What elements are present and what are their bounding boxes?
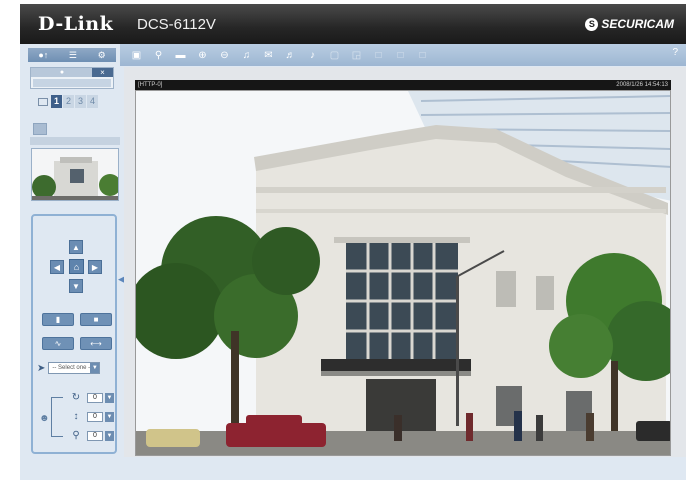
help-icon[interactable]: ? [672,47,678,58]
app-window: D-Link DCS-6112V S SECURICAM ●↑ ☰ ⚙ ● × … [0,0,687,485]
ptz-title-strip [30,137,120,145]
user-head-icon: ● [31,68,93,77]
ptz-control-panel: ▲ ◀ ⌂ ▶ ▼ ▮ ■ ∿ ⟷ ➤ -- Select one -- ▼ ☻… [31,214,117,454]
digital-zoom-icon[interactable]: ⚲ [150,48,167,63]
ptz-toggle-icon[interactable] [33,123,47,135]
user-icon[interactable]: ●↑ [38,50,48,60]
auto-pan-button[interactable]: ⟷ [80,337,112,350]
header-bar: D-Link DCS-6112V S SECURICAM [20,4,686,44]
timestamp: 2008/1/26 14:54:13 [616,82,668,88]
sidebar: ●↑ ☰ ⚙ ● × 1 2 3 4 ▲ ◀ ⌂ ▶ ▼ ▮ ■ ∿ ⟷ ➤ -… [24,44,120,454]
speed-bracket [51,397,63,437]
record-icon[interactable]: ▬ [172,48,189,63]
patrol-button[interactable]: ∿ [42,337,74,350]
listen-icon[interactable]: ♫ [238,48,255,63]
pan-down-button[interactable]: ▼ [69,279,83,293]
securicam-label: SECURICAM [601,17,674,31]
snapshot-icon[interactable]: ▣ [128,48,145,63]
person-icon: ☻ [39,413,50,424]
fullscreen-icon[interactable]: ▢ [326,48,343,63]
pan-left-button[interactable]: ◀ [50,260,64,274]
securicam-logo: S SECURICAM [585,17,674,31]
pip-icon[interactable]: ◲ [348,48,365,63]
iris-button[interactable]: ■ [80,313,112,326]
patrol-icon[interactable]: □ [392,48,409,63]
tab-stream-4[interactable]: 4 [87,95,98,108]
tab-stream-3[interactable]: 3 [75,95,86,108]
brand-logo: D-Link [38,13,114,35]
zoom-speed-row: ⚲ 0 ▼ [67,430,114,441]
user-panel: ● × [30,67,114,89]
video-overlay-bar: [HTTP-0] 2008/1/26 14:54:13 [135,80,671,90]
tab-stream-1[interactable]: 1 [51,95,62,108]
stream-tabs: 1 2 3 4 [38,95,98,108]
home-button[interactable]: ⌂ [69,259,84,274]
tilt-speed-row: ↕ 0 ▼ [67,411,114,422]
thumbnail-image [32,149,118,200]
preset-select-value: -- Select one -- [52,365,93,371]
preset-row: ➤ -- Select one -- ▼ [37,362,101,374]
chevron-down-icon[interactable]: ▼ [105,411,114,422]
live-video[interactable] [135,90,671,456]
talk-icon[interactable]: ✉ [260,48,277,63]
securicam-badge-icon: S [585,17,599,31]
live-video-image [136,91,670,455]
mute-icon[interactable]: ♪ [304,48,321,63]
focus-button[interactable]: ▮ [42,313,74,326]
preset-icon[interactable]: □ [414,48,431,63]
camera-icon [38,97,48,106]
tab-stream-2[interactable]: 2 [63,95,74,108]
close-icon[interactable]: × [92,68,113,77]
pan-speed-value[interactable]: 0 [87,392,103,403]
speed-settings: ☻ ↻ 0 ▼ ↕ 0 ▼ ⚲ 0 ▼ [37,391,115,451]
preset-icon: ➤ [37,362,46,374]
list-icon[interactable]: ☰ [69,50,77,61]
zoom-speed-value[interactable]: 0 [87,430,103,441]
pan-speed-row: ↻ 0 ▼ [67,392,114,403]
pan-icon[interactable]: □ [370,48,387,63]
tilt-speed-icon: ↕ [73,411,79,422]
zoom-out-icon[interactable]: ⊖ [216,48,233,63]
chevron-down-icon[interactable]: ▼ [105,430,114,441]
volume-icon[interactable]: ♬ [282,48,299,63]
preset-select[interactable]: -- Select one -- ▼ [48,362,101,374]
tilt-speed-value[interactable]: 0 [87,411,103,422]
footer-strip [20,457,686,480]
sidebar-top-bar: ●↑ ☰ ⚙ [28,48,116,62]
global-view-thumbnail[interactable] [31,148,119,201]
chevron-down-icon: ▼ [90,363,100,373]
zoom-speed-icon: ⚲ [72,430,80,441]
user-field [33,79,111,87]
chevron-down-icon[interactable]: ▼ [105,392,114,403]
pan-right-button[interactable]: ▶ [88,260,102,274]
zoom-icon[interactable]: ⊕ [194,48,211,63]
gear-icon[interactable]: ⚙ [98,50,106,61]
video-toolbar: ▣ ⚲ ▬ ⊕ ⊖ ♫ ✉ ♬ ♪ ▢ ◲ □ □ □ ? [120,44,686,66]
pan-speed-icon: ↻ [71,392,81,403]
model-name: DCS-6112V [137,16,216,33]
stream-label: [HTTP-0] [138,82,163,88]
pan-up-button[interactable]: ▲ [69,240,83,254]
